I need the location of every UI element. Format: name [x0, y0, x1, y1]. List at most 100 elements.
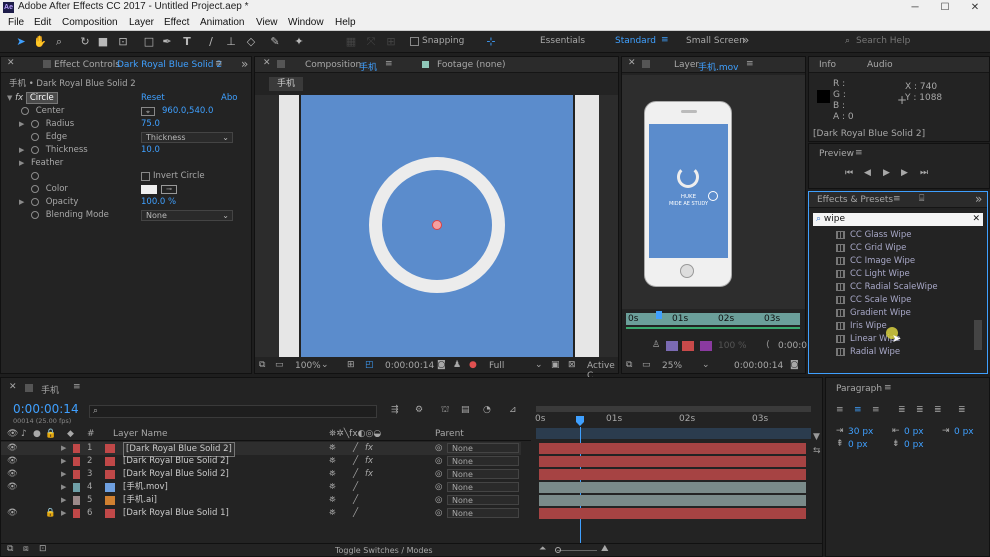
effect-item[interactable]: Radial Wipe [836, 346, 900, 359]
quality-dropdown[interactable]: Full [489, 361, 504, 371]
region-icon[interactable]: ▣ [551, 360, 560, 370]
label-color-swatch[interactable] [73, 509, 80, 518]
parent-pickwhip-icon[interactable]: ◎ [435, 468, 442, 481]
hand-tool-icon[interactable]: ✋ [33, 35, 47, 49]
stopwatch-icon[interactable] [21, 106, 29, 115]
first-frame-icon[interactable]: ⏮ [845, 168, 853, 178]
last-frame-icon[interactable]: ⏭ [920, 168, 928, 178]
composition-name[interactable]: 手机 [359, 60, 377, 73]
panel-close-icon[interactable]: ✕ [7, 58, 15, 68]
minimize-button[interactable]: ─ [900, 0, 930, 15]
video-switch-icon[interactable]: 👁 [7, 429, 18, 439]
brush-tool-icon[interactable]: ∕ [204, 35, 218, 49]
timeline-layer-row[interactable]: 👁 ▶ 4 [手机.mov] ⛯ ╱ ◎ None [1, 481, 521, 494]
panel-close-icon[interactable]: ✕ [628, 58, 636, 68]
layer-duration-bar[interactable] [539, 482, 806, 493]
lock-icon[interactable] [642, 60, 650, 68]
effect-item[interactable]: Gradient Wipe [836, 307, 911, 320]
expand-icon[interactable]: » [241, 57, 248, 71]
search-help-icon[interactable]: ⌕ [845, 36, 850, 46]
always-preview-icon[interactable]: ⧉ [259, 360, 265, 370]
layer-time[interactable]: 0:00:00:14 [734, 361, 783, 371]
panel-menu-icon[interactable]: ≡ [746, 59, 754, 69]
layer-duration-bar[interactable] [539, 495, 806, 506]
justify-last-left-icon[interactable]: ≣ [898, 405, 906, 415]
menu-composition[interactable]: Composition [62, 17, 118, 28]
parent-dropdown[interactable]: None [447, 469, 519, 479]
stopwatch-icon[interactable] [31, 184, 39, 193]
thickness-value[interactable]: 10.0 [141, 144, 160, 157]
shy-switch-icon[interactable]: ⛯ [329, 468, 336, 481]
camera-snapshot-icon[interactable]: ◙ [437, 360, 446, 370]
expand-in-out-icon[interactable]: ⊡ [39, 544, 47, 554]
eraser-tool-icon[interactable]: ◇ [244, 35, 258, 49]
timeline-search-input[interactable]: ⌕ [89, 405, 377, 418]
layer-duration-bar[interactable] [539, 443, 806, 454]
panel-menu-icon[interactable]: ≡ [385, 59, 393, 69]
audio-switch-icon[interactable]: ♪ [21, 429, 27, 439]
justify-last-right-icon[interactable]: ≣ [934, 405, 942, 415]
workspace-small-screen[interactable]: Small Screen [686, 36, 745, 46]
layer-viewer[interactable]: HUKE MIDE AE STUDY [622, 75, 805, 309]
effect-item[interactable]: CC Light Wipe [836, 268, 910, 281]
work-area-bar[interactable] [536, 406, 811, 412]
effect-item[interactable]: CC Image Wipe [836, 255, 915, 268]
align-right-icon[interactable]: ≡ [872, 405, 880, 415]
character-tab-icon[interactable]: ⌸ [919, 194, 924, 204]
visibility-eye-icon[interactable]: 👁 [7, 468, 18, 481]
parent-pickwhip-icon[interactable]: ◎ [435, 481, 442, 494]
in-point-icon[interactable]: ⟨ [766, 340, 770, 350]
pen-tool-icon[interactable]: ✒ [160, 35, 174, 49]
color-swatch-purple[interactable] [666, 341, 678, 351]
stopwatch-icon[interactable] [31, 171, 39, 180]
play-icon[interactable]: ▶ [883, 168, 890, 178]
label-color-swatch[interactable] [73, 470, 80, 479]
visibility-eye-icon[interactable]: 👁 [7, 442, 18, 455]
layer-name[interactable]: [手机.ai] [123, 494, 157, 507]
expand-triangle-icon[interactable]: ▶ [61, 494, 66, 507]
collapse-triangle-icon[interactable]: ▼ [7, 94, 12, 102]
effect-controls-layer[interactable]: Dark Royal Blue Solid 2 [117, 60, 222, 70]
comp-subtab[interactable]: 手机 [269, 77, 303, 91]
timeline-layer-row[interactable]: 👁 ▶ 1 [Dark Royal Blue Solid 2] ⛯ ╱ fx ◎ None [1, 442, 521, 457]
panel-menu-icon[interactable]: ≡ [884, 383, 892, 393]
menu-file[interactable]: File [8, 17, 24, 28]
draft-3d-icon[interactable]: ⚙ [415, 405, 423, 415]
camera-snapshot-icon[interactable]: ◙ [790, 360, 799, 370]
rectangle-tool-icon[interactable]: □ [142, 35, 156, 49]
quality-switch-icon[interactable]: ╱ [353, 494, 358, 507]
color-channels-icon[interactable]: ● [469, 360, 477, 370]
label-color-swatch[interactable] [73, 457, 80, 466]
anchor-point-icon[interactable] [708, 191, 718, 201]
first-line-indent-value[interactable]: 0 px [954, 427, 974, 437]
eyedropper-icon[interactable]: ⊸ [161, 185, 177, 194]
layer-zoom[interactable]: 25% [662, 361, 682, 371]
preview-tab[interactable]: Preview [819, 149, 854, 159]
parent-pickwhip-icon[interactable]: ◎ [435, 442, 442, 455]
parent-pickwhip-icon[interactable]: ◎ [435, 507, 442, 520]
effects-presets-tab[interactable]: Effects & Presets [817, 195, 893, 205]
visibility-eye-icon[interactable]: 👁 [7, 507, 18, 520]
monitor-icon[interactable]: ▭ [642, 360, 651, 370]
panel-menu-icon[interactable]: ≡ [893, 194, 901, 204]
menu-edit[interactable]: Edit [34, 17, 51, 28]
label-color-swatch[interactable] [73, 444, 80, 453]
label-color-swatch[interactable] [73, 496, 80, 505]
effect-item[interactable]: CC Scale Wipe [836, 294, 911, 307]
camera-tool-icon[interactable]: ■ [96, 35, 110, 49]
layer-duration-bar[interactable] [539, 469, 806, 480]
close-button[interactable]: ✕ [960, 0, 990, 15]
about-link[interactable]: Abo [221, 92, 237, 105]
expand-triangle-icon[interactable]: ▶ [19, 118, 24, 131]
clear-search-icon[interactable]: ✕ [972, 213, 980, 226]
menu-effect[interactable]: Effect [164, 17, 189, 28]
monitor-icon[interactable]: ▭ [275, 360, 284, 370]
view-axis-icon[interactable]: ⊞ [384, 35, 398, 49]
zoom-slider-handle[interactable] [555, 547, 561, 553]
lock-icon[interactable] [25, 384, 33, 392]
expand-triangle-icon[interactable]: ▶ [19, 196, 24, 209]
quality-switch-icon[interactable]: ╱ [353, 507, 358, 520]
menu-view[interactable]: View [256, 17, 278, 28]
color-swatch[interactable] [141, 185, 157, 194]
footage-tab[interactable]: Footage (none) [437, 60, 506, 70]
